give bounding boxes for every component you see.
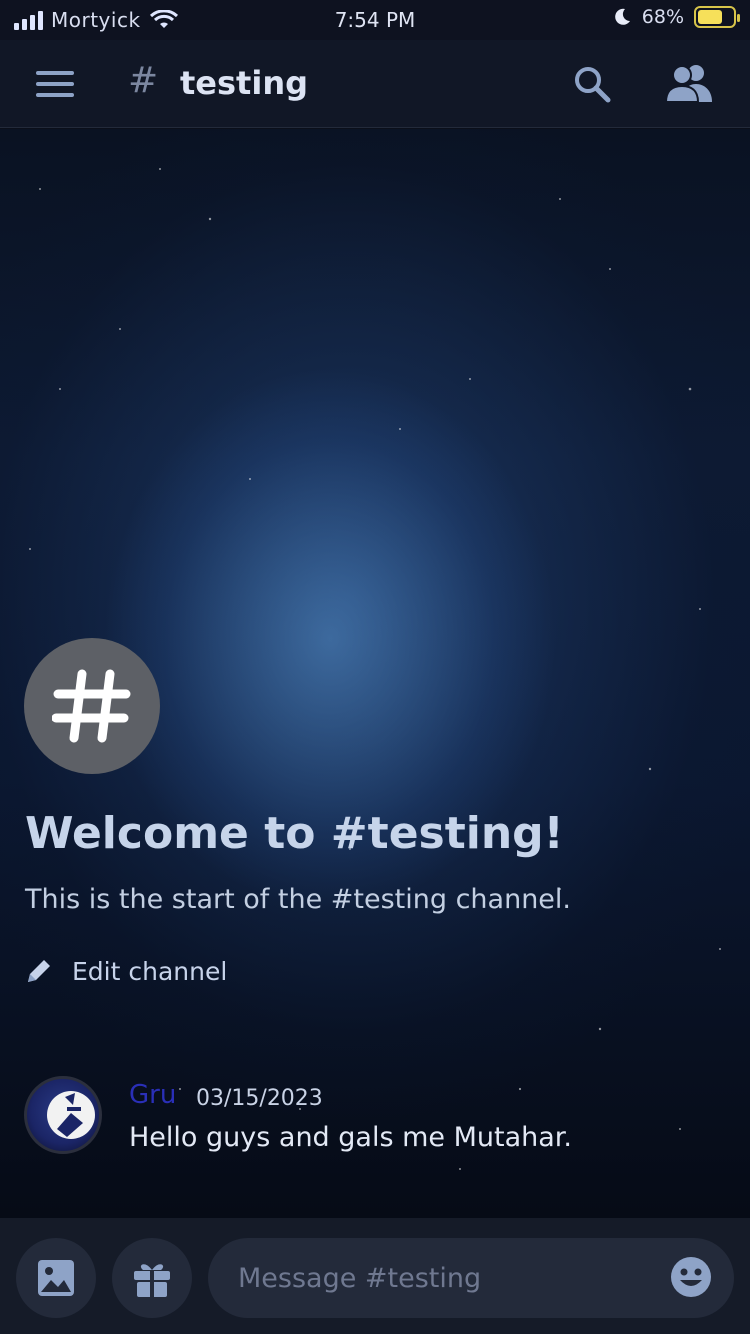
edit-channel-button[interactable]: Edit channel [24, 956, 227, 986]
welcome-subtitle: This is the start of the #testing channe… [25, 884, 571, 915]
status-bar: Mortyick 7:54 PM 68% [0, 0, 750, 40]
battery-icon [694, 6, 740, 28]
battery-fill [698, 10, 722, 24]
battery-percent: 68% [641, 6, 684, 28]
hamburger-menu-icon[interactable] [36, 71, 74, 97]
message-author[interactable]: Gru [129, 1080, 176, 1110]
hash-icon [52, 669, 131, 743]
channel-hash-icon: # [128, 60, 159, 101]
message-composer [0, 1218, 750, 1334]
edit-channel-label: Edit channel [72, 956, 228, 986]
members-icon[interactable] [664, 62, 714, 104]
pencil-icon [28, 960, 50, 982]
message-text: Hello guys and gals me Mutahar. [129, 1122, 573, 1153]
channel-title: testing [180, 64, 308, 102]
message-input[interactable] [208, 1238, 734, 1318]
image-icon [38, 1260, 74, 1296]
attach-image-button[interactable] [16, 1238, 96, 1318]
emoji-icon[interactable] [670, 1256, 712, 1298]
search-icon[interactable] [572, 64, 612, 104]
gift-icon [134, 1264, 170, 1297]
channel-avatar [24, 638, 160, 774]
status-right: 68% [612, 6, 740, 28]
channel-header: # testing [0, 40, 750, 128]
message-timestamp: 03/15/2023 [196, 1086, 323, 1111]
user-avatar-icon [47, 1091, 95, 1139]
gift-button[interactable] [112, 1238, 192, 1318]
welcome-title: Welcome to #testing! [25, 808, 564, 859]
moon-icon [614, 8, 630, 25]
message-item[interactable]: Gru 03/15/2023 Hello guys and gals me Mu… [24, 1076, 724, 1156]
avatar[interactable] [24, 1076, 102, 1154]
